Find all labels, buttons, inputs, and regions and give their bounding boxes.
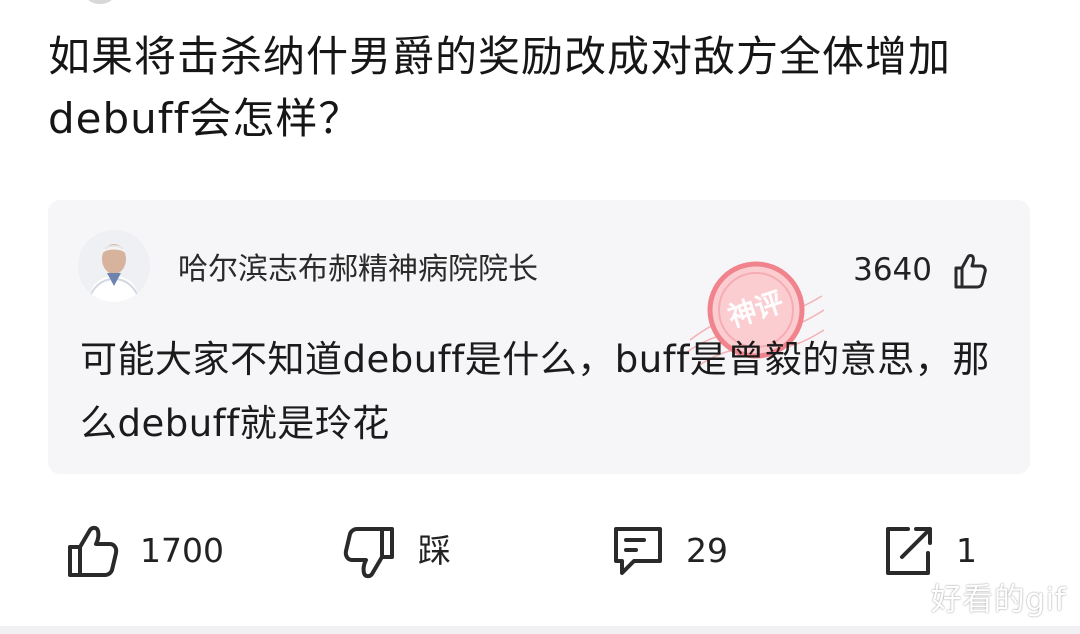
- thumbs-up-icon[interactable]: [948, 250, 990, 292]
- question-title[interactable]: 如果将击杀纳什男爵的奖励改成对敌方全体增加debuff会怎样？: [48, 26, 1028, 150]
- thumbs-down-icon: [343, 527, 394, 579]
- avatar[interactable]: [78, 230, 150, 302]
- top-comment-card[interactable]: 哈尔滨志布郝精神病院院长 3640 神评 可能大家不知道debuff是什么，bu…: [48, 200, 1030, 474]
- top-partial-avatar: [86, 0, 114, 4]
- comment-like-count: 3640: [853, 252, 932, 288]
- dislike-button[interactable]: 踩: [340, 518, 451, 584]
- comment-button[interactable]: 29: [608, 518, 728, 584]
- thumbs-up-icon-svg: [954, 254, 987, 289]
- like-count: 1700: [140, 531, 224, 570]
- comment-count: 29: [686, 531, 728, 570]
- share-icon: [886, 527, 932, 575]
- thumbs-up-icon: [68, 525, 119, 577]
- comment-icon: [614, 527, 662, 575]
- share-button[interactable]: 1: [878, 518, 977, 584]
- comment-body[interactable]: 可能大家不知道debuff是什么，buff是曾毅的意思，那么debuff就是玲花: [80, 328, 990, 456]
- like-button[interactable]: 1700: [62, 518, 224, 584]
- comment-author[interactable]: 哈尔滨志布郝精神病院院长: [178, 250, 538, 290]
- comment-page: 如果将击杀纳什男爵的奖励改成对敌方全体增加debuff会怎样？ 哈尔滨志布郝精神…: [0, 0, 1080, 634]
- bottom-divider: [0, 626, 1080, 634]
- dislike-label: 踩: [418, 531, 451, 570]
- watermark: 好看的gif: [930, 582, 1066, 618]
- avatar-image: [78, 230, 150, 302]
- share-count: 1: [956, 531, 977, 570]
